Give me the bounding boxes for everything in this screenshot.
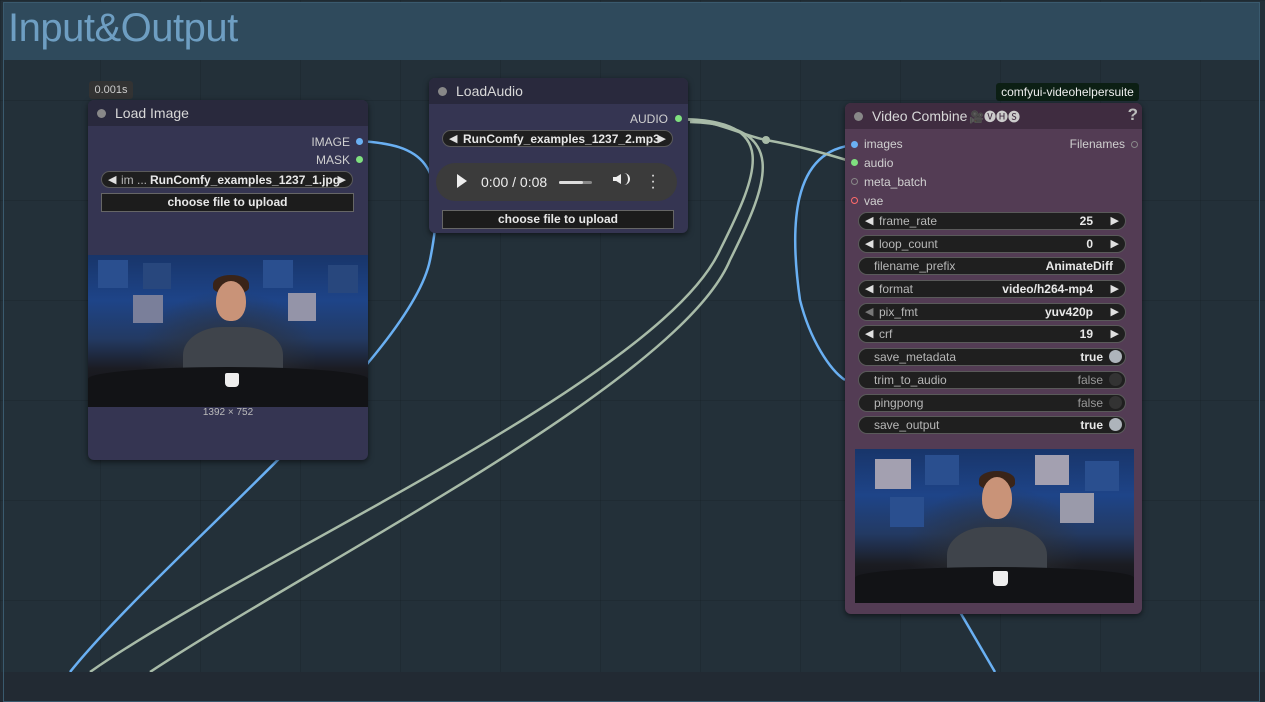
- node-header[interactable]: Load Image: [88, 100, 368, 126]
- save-metadata-toggle[interactable]: save_metadata true: [858, 348, 1126, 366]
- arrow-left-icon[interactable]: ◀: [865, 305, 873, 318]
- output-label-mask: MASK: [315, 153, 350, 167]
- widget-name: pix_fmt: [879, 305, 918, 319]
- widget-name: save_output: [874, 418, 940, 432]
- widget-value: false: [1077, 396, 1103, 410]
- widget-name: loop_count: [879, 237, 938, 251]
- toggle-off-icon: [1109, 373, 1122, 386]
- input-label-images: images: [864, 137, 903, 151]
- node-title: LoadAudio: [456, 83, 523, 99]
- widget-name: pingpong: [874, 396, 924, 410]
- toggle-on-icon: [1109, 350, 1122, 363]
- input-slot-vae[interactable]: [851, 197, 858, 204]
- widget-name: save_metadata: [874, 350, 957, 364]
- image-select[interactable]: ◀ im ... RunComfy_examples_1237_1.jpg ▶: [101, 171, 353, 188]
- input-label-audio: audio: [864, 156, 894, 170]
- loop-count-widget[interactable]: ◀ loop_count 0 ▶: [858, 235, 1126, 253]
- frame-rate-widget[interactable]: ◀ frame_rate 25 ▶: [858, 212, 1126, 230]
- pingpong-toggle[interactable]: pingpong false: [858, 394, 1126, 412]
- widget-value: false: [1077, 373, 1103, 387]
- filename-prefix-widget[interactable]: filename_prefix AnimateDiff: [858, 257, 1126, 275]
- output-slot-mask[interactable]: [356, 156, 363, 163]
- save-output-toggle[interactable]: save_output true: [858, 416, 1126, 434]
- node-header[interactable]: Video Combine 🎥🅥🅗🅢 ?: [845, 103, 1142, 129]
- audio-select[interactable]: ◀ RunComfy_examples_1237_2.mp3 ▶: [442, 130, 673, 147]
- node-title: Load Image: [115, 105, 189, 121]
- widget-name: filename_prefix: [874, 259, 956, 273]
- player-time: 0:00 / 0:08: [481, 174, 548, 190]
- load-image-node[interactable]: Load Image IMAGE MASK ◀ im ... RunComfy_…: [88, 100, 368, 460]
- output-label-audio: AUDIO: [629, 112, 668, 126]
- widget-name: crf: [879, 327, 893, 341]
- widget-name: frame_rate: [879, 214, 938, 228]
- widget-value: 25: [1079, 214, 1093, 228]
- widget-value: 0: [1086, 237, 1093, 251]
- node-title: Video Combine: [872, 108, 968, 124]
- image-dimensions: 1392 × 752: [202, 407, 254, 418]
- arrow-right-icon[interactable]: ▶: [1111, 214, 1119, 227]
- arrow-left-icon[interactable]: ◀: [865, 214, 873, 227]
- widget-value: true: [1080, 350, 1103, 364]
- choose-file-button[interactable]: choose file to upload: [442, 210, 674, 229]
- collapse-dot-icon[interactable]: [854, 112, 863, 121]
- widget-value: AnimateDiff: [1045, 259, 1113, 273]
- widget-value: yuv420p: [1044, 305, 1093, 319]
- audio-select-value: RunComfy_examples_1237_2.mp3: [463, 132, 660, 146]
- image-select-name: im ...: [121, 173, 147, 187]
- output-label-filenames: Filenames: [1069, 137, 1125, 151]
- pix-fmt-widget[interactable]: ◀ pix_fmt yuv420p ▶: [858, 303, 1126, 321]
- volume-icon[interactable]: [613, 174, 621, 184]
- package-badge: comfyui-videohelpersuite: [996, 83, 1139, 101]
- toggle-on-icon: [1109, 418, 1122, 431]
- arrow-right-icon[interactable]: ▶: [1111, 305, 1119, 318]
- video-preview: [855, 449, 1134, 603]
- video-combine-node[interactable]: Video Combine 🎥🅥🅗🅢 ? images audio meta_b…: [845, 103, 1142, 614]
- load-audio-node[interactable]: LoadAudio AUDIO ◀ RunComfy_examples_1237…: [429, 78, 688, 233]
- crf-widget[interactable]: ◀ crf 19 ▶: [858, 325, 1126, 343]
- arrow-left-icon[interactable]: ◀: [865, 327, 873, 340]
- progress-fill: [559, 181, 583, 184]
- wire-reroute-point: [762, 136, 770, 144]
- wire-image-down: [958, 611, 997, 672]
- input-slot-meta-batch[interactable]: [851, 178, 858, 185]
- input-label-meta-batch: meta_batch: [864, 175, 927, 189]
- arrow-left-icon[interactable]: ◀: [865, 237, 873, 250]
- widget-name: format: [879, 282, 914, 296]
- collapse-dot-icon[interactable]: [97, 109, 106, 118]
- widget-value: 19: [1079, 327, 1093, 341]
- arrow-left-icon[interactable]: ◀: [865, 282, 873, 295]
- more-options-icon[interactable]: · · ·: [650, 168, 656, 196]
- arrow-right-icon[interactable]: ▶: [338, 173, 346, 186]
- collapse-dot-icon[interactable]: [438, 87, 447, 96]
- arrow-right-icon[interactable]: ▶: [1111, 282, 1119, 295]
- arrow-left-icon[interactable]: ◀: [449, 132, 457, 145]
- widget-name: trim_to_audio: [874, 373, 947, 387]
- arrow-right-icon[interactable]: ▶: [1111, 327, 1119, 340]
- timing-badge: 0.001s: [89, 81, 133, 99]
- trim-to-audio-toggle[interactable]: trim_to_audio false: [858, 371, 1126, 389]
- input-label-vae: vae: [864, 194, 884, 208]
- node-header[interactable]: LoadAudio: [429, 78, 688, 104]
- input-slot-images[interactable]: [851, 141, 858, 148]
- image-preview: [88, 255, 368, 407]
- image-select-value: RunComfy_examples_1237_1.jpg: [150, 173, 341, 187]
- output-slot-image[interactable]: [356, 138, 363, 145]
- choose-file-button[interactable]: choose file to upload: [101, 193, 354, 212]
- vhs-icons: 🎥🅥🅗🅢: [969, 110, 1020, 124]
- widget-value: video/h264-mp4: [1002, 282, 1093, 296]
- widget-value: true: [1080, 418, 1103, 432]
- toggle-off-icon: [1109, 396, 1122, 409]
- output-label-image: IMAGE: [311, 135, 350, 149]
- help-icon[interactable]: ?: [1128, 105, 1138, 125]
- arrow-left-icon[interactable]: ◀: [108, 173, 116, 186]
- audio-player[interactable]: 0:00 / 0:08 · · ·: [436, 163, 677, 201]
- input-slot-audio[interactable]: [851, 159, 858, 166]
- arrow-right-icon[interactable]: ▶: [658, 132, 666, 145]
- output-slot-audio[interactable]: [675, 115, 682, 122]
- output-slot-filenames[interactable]: [1131, 141, 1138, 148]
- volume-wave-icon: [623, 173, 630, 185]
- play-icon[interactable]: [457, 174, 467, 188]
- format-widget[interactable]: ◀ format video/h264-mp4 ▶: [858, 280, 1126, 298]
- arrow-right-icon[interactable]: ▶: [1111, 237, 1119, 250]
